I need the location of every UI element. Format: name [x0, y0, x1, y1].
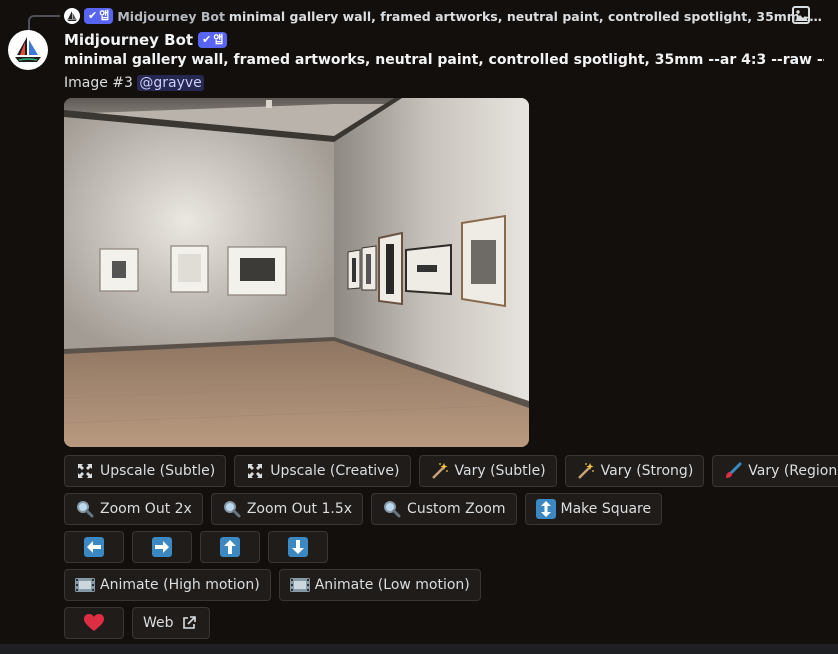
badge-label: 앱 [213, 33, 224, 46]
pan-right-button[interactable] [132, 531, 192, 563]
paintbrush-icon [723, 461, 743, 481]
message-header: Midjourney Bot ✔ 앱 [64, 31, 228, 49]
app-badge: ✔ 앱 [198, 32, 228, 48]
reply-text[interactable]: minimal gallery wall, framed artworks, n… [229, 9, 824, 24]
zoom-out-2x-button[interactable]: Zoom Out 2x [64, 493, 203, 525]
arrow-down-icon [288, 537, 308, 557]
magic-wand-icon [430, 461, 450, 481]
button-label: Animate (Low motion) [314, 577, 470, 593]
button-label: Animate (High motion) [100, 577, 260, 593]
magnifier-icon [222, 499, 242, 519]
bot-avatar-small [64, 8, 80, 24]
arrow-up-icon [220, 537, 240, 557]
button-label: Upscale (Creative) [270, 463, 400, 479]
custom-zoom-button[interactable]: Custom Zoom [371, 493, 517, 525]
check-icon: ✔ [88, 9, 98, 22]
external-link-icon [179, 613, 199, 633]
magnifier-icon [382, 499, 402, 519]
button-label: Upscale (Subtle) [100, 463, 216, 479]
animate-low-motion-button[interactable]: Animate (Low motion) [278, 569, 481, 601]
check-icon: ✔ [202, 33, 212, 46]
make-square-button[interactable]: Make Square [524, 493, 663, 525]
magnifier-icon [75, 499, 95, 519]
animate-row: Animate (High motion) Animate (Low motio… [64, 569, 481, 601]
button-label: Vary (Subtle) [454, 463, 546, 479]
zoom-out-1-5x-button[interactable]: Zoom Out 1.5x [210, 493, 364, 525]
upscale-creative-button[interactable]: Upscale (Creative) [234, 455, 411, 487]
vary-subtle-button[interactable]: Vary (Subtle) [418, 455, 557, 487]
button-label: Custom Zoom [407, 501, 506, 517]
pan-down-button[interactable] [268, 531, 328, 563]
pan-left-button[interactable] [64, 531, 124, 563]
upscale-subtle-button[interactable]: Upscale (Subtle) [64, 455, 227, 487]
pan-row [64, 531, 328, 563]
heart-icon [84, 613, 104, 633]
expand-arrows-icon [245, 461, 265, 481]
prompt-text: minimal gallery wall, framed artworks, n… [64, 52, 824, 68]
app-badge: ✔ 앱 [84, 8, 114, 24]
expand-arrows-icon [75, 461, 95, 481]
image-caption: Image #3 @grayve [64, 75, 204, 91]
reply-preview[interactable]: ✔ 앱 Midjourney Bot minimal gallery wall,… [64, 7, 824, 25]
misc-row: Web [64, 607, 210, 639]
badge-label: 앱 [99, 9, 110, 22]
button-label: Web [143, 615, 174, 631]
image-label: Image #3 [64, 75, 133, 91]
magic-wand-icon [576, 461, 596, 481]
film-icon [75, 575, 95, 595]
action-row-1: Upscale (Subtle) Upscale (Creative) Vary… [64, 455, 838, 487]
vary-region-button[interactable]: Vary (Region) [712, 455, 838, 487]
action-row-2: Zoom Out 2x Zoom Out 1.5x Custom Zoom Ma… [64, 493, 663, 525]
arrow-left-icon [84, 537, 104, 557]
reply-author[interactable]: Midjourney Bot [117, 9, 225, 24]
bot-avatar[interactable] [8, 30, 48, 70]
button-label: Zoom Out 2x [100, 501, 192, 517]
arrow-right-icon [152, 537, 172, 557]
button-label: Vary (Strong) [600, 463, 694, 479]
web-link-button[interactable]: Web [132, 607, 210, 639]
button-label: Make Square [560, 501, 652, 517]
message-container: ✔ 앱 Midjourney Bot minimal gallery wall,… [0, 0, 838, 644]
image-icon [792, 6, 810, 28]
generated-image[interactable] [64, 98, 529, 447]
up-down-arrow-icon [535, 499, 556, 519]
button-label: Vary (Region) [748, 463, 838, 479]
bottom-bar [0, 644, 838, 654]
favorite-button[interactable] [64, 607, 124, 639]
vary-strong-button[interactable]: Vary (Strong) [564, 455, 705, 487]
username[interactable]: Midjourney Bot [64, 31, 193, 49]
button-label: Zoom Out 1.5x [246, 501, 353, 517]
film-icon [289, 575, 310, 595]
pan-up-button[interactable] [200, 531, 260, 563]
animate-high-motion-button[interactable]: Animate (High motion) [64, 569, 271, 601]
user-mention[interactable]: @grayve [137, 75, 204, 91]
